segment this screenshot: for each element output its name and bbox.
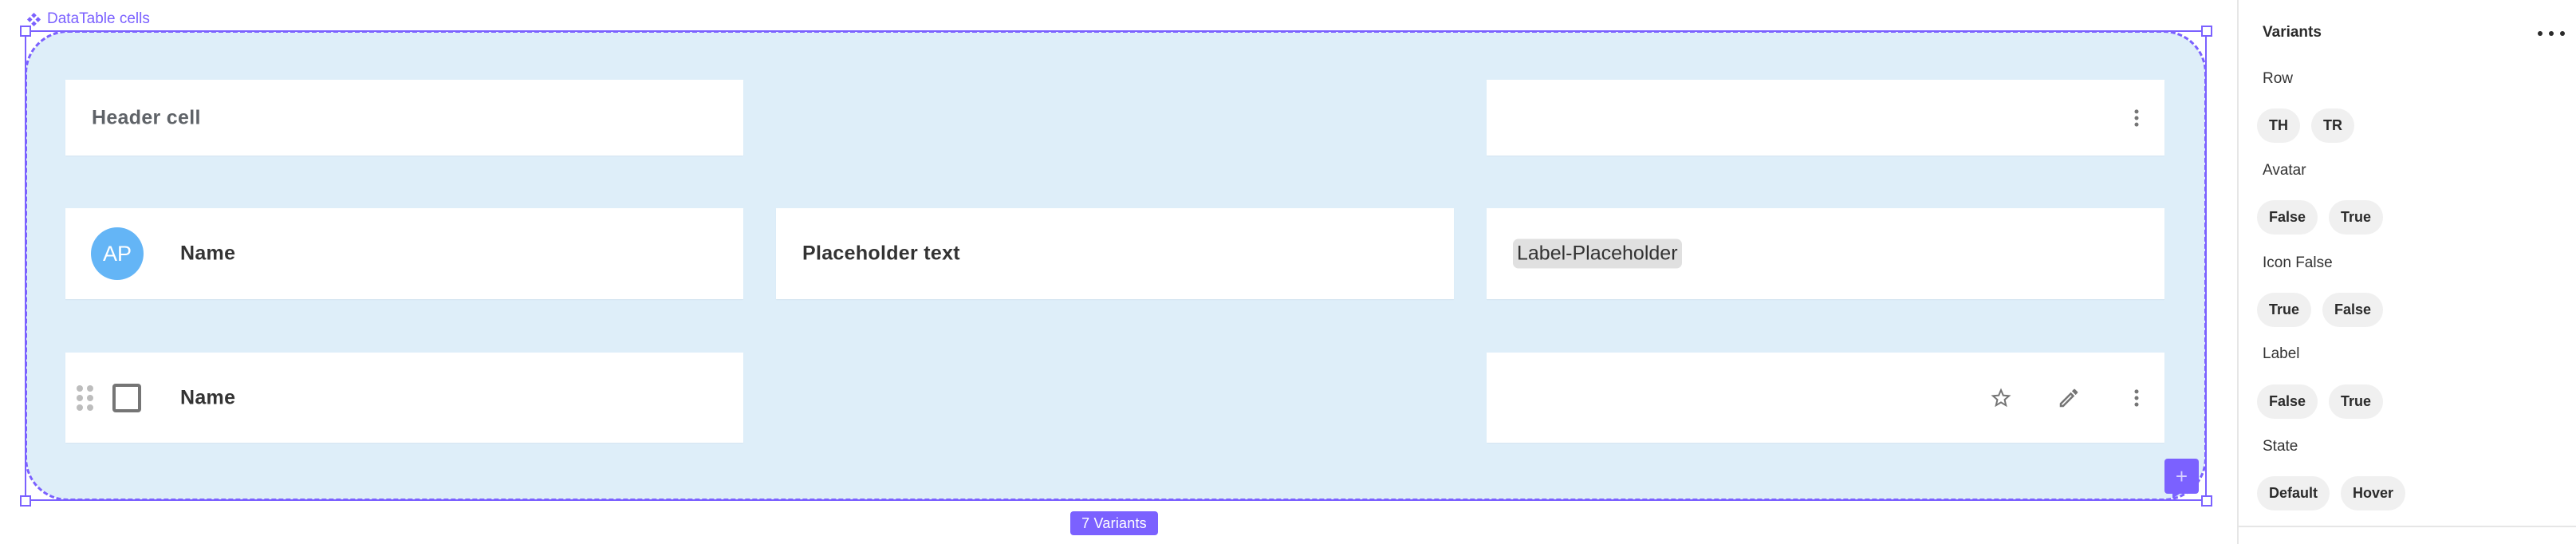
row-checkbox[interactable] [112,383,141,412]
more-vert-button[interactable] [2123,384,2150,412]
property-options-icon-false: True False [2257,293,2384,327]
frame-title[interactable]: DataTable cells [26,10,150,29]
resize-handle-bottom-left[interactable] [20,495,31,507]
label-cell[interactable]: Label-Placeholder [1487,208,2164,299]
resize-handle-top-left[interactable] [20,26,31,37]
header-cell-text: Header cell [92,106,201,128]
pencil-icon [2059,388,2078,407]
resize-handle-top-right[interactable] [2201,26,2212,37]
resize-handle-bottom-right[interactable] [2201,495,2212,507]
property-label-row: Row [2263,70,2294,87]
option-pill[interactable]: TH [2257,108,2300,143]
add-variant-button[interactable]: + [2164,459,2199,494]
property-options-avatar: False True [2257,200,2384,235]
label-chip: Label-Placeholder [1513,238,1682,269]
property-label-state: State [2263,438,2298,455]
checkbox-cell-name: Name [180,386,236,408]
option-pill[interactable]: True [2329,384,2384,419]
panel-title: Variants [2263,24,2322,41]
property-options-state: Default Hover [2257,476,2406,510]
panel-divider [2239,526,2576,527]
frame-title-text: DataTable cells [47,10,150,27]
avatar-cell[interactable]: AP Name [65,208,743,299]
option-pill[interactable]: Hover [2341,476,2406,510]
avatar: AP [91,227,144,280]
favorite-button[interactable] [1987,384,2015,412]
header-cell[interactable]: Header cell [65,80,743,156]
option-pill[interactable]: TR [2311,108,2354,143]
plus-icon: + [2175,464,2188,488]
option-pill[interactable]: True [2329,200,2384,235]
star-outline-icon [1991,388,2011,407]
property-label-avatar: Avatar [2263,162,2306,179]
component-icon [26,12,41,26]
property-options-row: TH TR [2257,108,2354,143]
drag-handle-icon[interactable] [77,384,94,411]
option-pill[interactable]: False [2322,293,2384,327]
text-cell-text: Placeholder text [802,242,960,265]
option-pill[interactable]: False [2257,200,2318,235]
option-pill[interactable]: True [2257,293,2312,327]
more-vert-icon [2134,388,2139,407]
header-cell-menu[interactable] [1487,80,2164,156]
avatar-cell-name: Name [180,242,236,265]
avatar-initials: AP [102,241,132,266]
option-pill[interactable]: Default [2257,476,2330,510]
option-pill[interactable]: False [2257,384,2318,419]
actions-cell[interactable] [1487,353,2164,443]
more-vert-button[interactable] [2123,104,2150,132]
text-cell[interactable]: Placeholder text [776,208,1454,299]
property-label-icon-false: Icon False [2263,254,2333,271]
more-horizontal-icon[interactable] [2538,24,2565,43]
edit-button[interactable] [2055,384,2082,412]
variants-count-badge[interactable]: 7 Variants [1070,511,1158,535]
more-vert-icon [2134,108,2139,127]
property-options-label: False True [2257,384,2384,419]
variants-panel: Variants Row TH TR Avatar False True Ico… [2237,0,2576,544]
checkbox-cell[interactable]: Name [65,353,743,443]
property-label-label: Label [2263,345,2300,362]
